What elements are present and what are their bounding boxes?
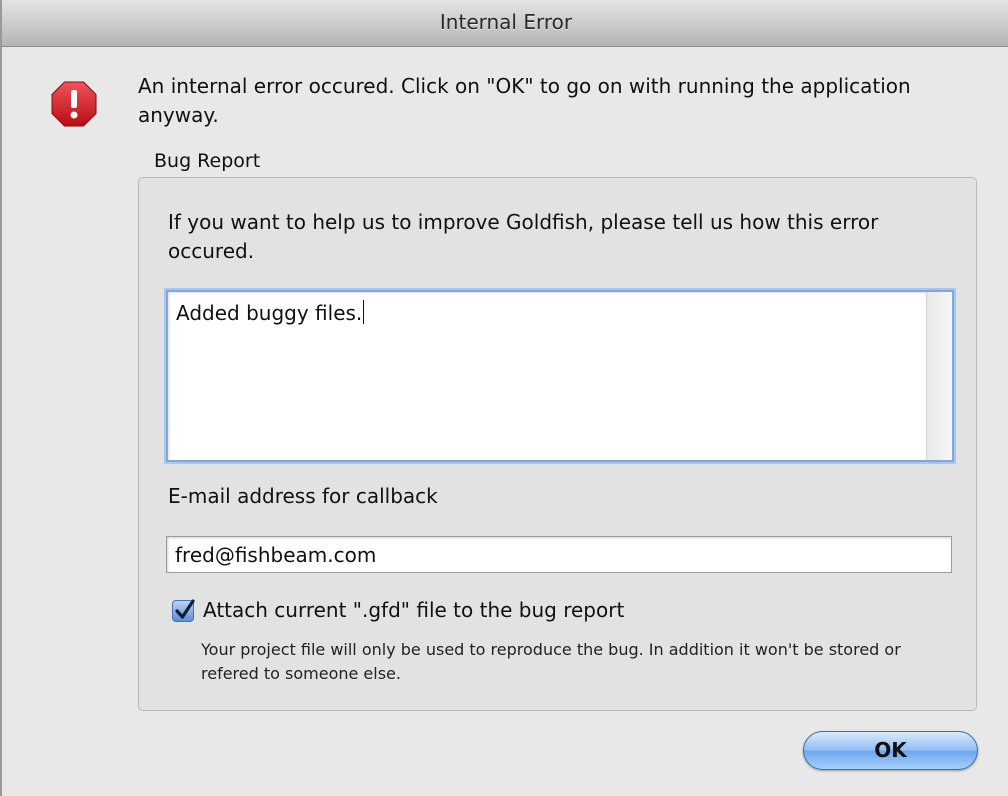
email-value: fred@fishbeam.com [175,543,377,567]
email-field[interactable]: fred@fishbeam.com [166,536,952,573]
error-message: An internal error occured. Click on "OK"… [138,74,911,127]
bug-report-help-text: If you want to help us to improve Goldfi… [168,210,879,263]
error-description-text: Added buggy files. [176,300,365,325]
window-title: Internal Error [439,10,573,34]
title-bar[interactable]: Internal Error [2,0,1008,47]
attach-file-label[interactable]: Attach current ".gfd" file to the bug re… [203,598,624,622]
textarea-scrollbar[interactable] [926,292,952,460]
error-octagon-icon [51,81,97,127]
bug-report-label: Bug Report [154,150,261,172]
error-dialog: Internal Error An internal error occured… [0,0,1008,796]
checkmark-icon [175,599,195,619]
privacy-note: Your project file will only be used to r… [201,640,901,683]
ok-button[interactable]: OK [803,731,978,770]
text-caret [363,300,365,324]
email-label: E-mail address for callback [168,484,438,508]
attach-file-checkbox[interactable] [172,599,195,622]
error-description-value: Added buggy files. [176,301,363,325]
error-description-textarea[interactable]: Added buggy files. [166,290,954,462]
